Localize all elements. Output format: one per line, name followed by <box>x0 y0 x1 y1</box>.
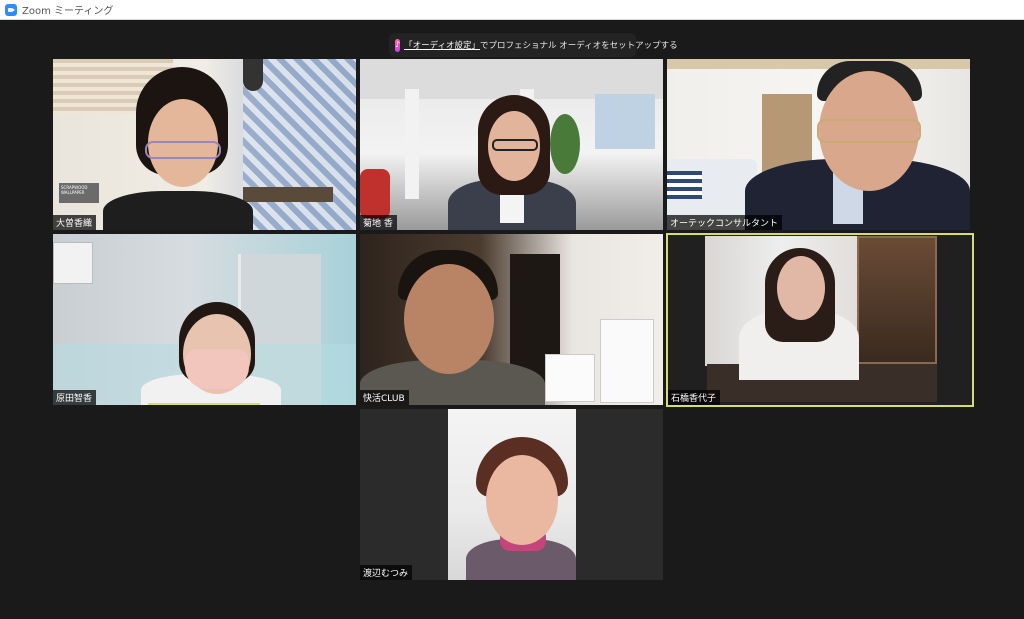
ceiling-beam <box>667 59 970 69</box>
active-speaker-tile[interactable]: 石橋香代子 <box>666 233 974 407</box>
participant-name-label: 石橋香代子 <box>668 390 721 405</box>
audio-settings-link[interactable]: 「オーディオ設定」 <box>404 39 480 51</box>
glasses <box>817 119 921 143</box>
participant-name-label: 菊地 香 <box>360 215 397 230</box>
video-tile[interactable]: 原田智香 <box>53 234 356 405</box>
zoom-app-icon <box>5 3 17 16</box>
title-bar: Zoom ミーティング <box>0 0 1024 20</box>
video-tile[interactable]: SCRAPWOOD WALLPAPER 大曽香織 <box>53 59 356 230</box>
participant-name-label: 原田智香 <box>53 390 97 405</box>
plant <box>550 114 580 174</box>
video-tile[interactable]: 渡辺むつみ <box>360 409 663 580</box>
air-conditioner <box>53 242 93 284</box>
participant-name-label: 快活CLUB <box>360 390 409 405</box>
participant-name-label: 大曽香織 <box>53 215 97 230</box>
participant-face <box>404 264 494 374</box>
display-cabinet <box>857 236 937 364</box>
video-tile[interactable]: 快活CLUB <box>360 234 663 405</box>
pendant-lamp <box>243 59 263 91</box>
participant-body <box>103 191 253 230</box>
glasses <box>145 141 221 159</box>
banner-text: でプロフェショナル オーディオをセットアップする <box>480 41 678 51</box>
window <box>595 94 655 149</box>
info-poster <box>600 319 654 403</box>
face-mask <box>185 349 249 389</box>
participant-name-label: 渡辺むつみ <box>360 565 413 580</box>
video-tile[interactable]: 菊地 香 <box>360 59 663 230</box>
participant-face <box>777 256 825 320</box>
audio-indicator <box>148 403 260 405</box>
desk <box>243 187 333 202</box>
glasses <box>492 139 538 151</box>
red-chair <box>360 169 390 219</box>
striped-cushion <box>667 171 702 199</box>
participant-face <box>486 455 558 545</box>
audio-settings-banner[interactable]: ♪ 「オーディオ設定」 でプロフェショナル オーディオをセットアップする <box>389 33 678 57</box>
info-poster <box>545 354 595 402</box>
column <box>405 89 419 199</box>
video-tile[interactable]: オーテックコンサルタント <box>667 59 970 230</box>
wallpaper-sign: SCRAPWOOD WALLPAPER <box>59 183 99 203</box>
music-note-icon: ♪ <box>395 38 401 52</box>
participant-name-label: オーテックコンサルタント <box>667 215 783 230</box>
window-title: Zoom ミーティング <box>22 6 114 17</box>
